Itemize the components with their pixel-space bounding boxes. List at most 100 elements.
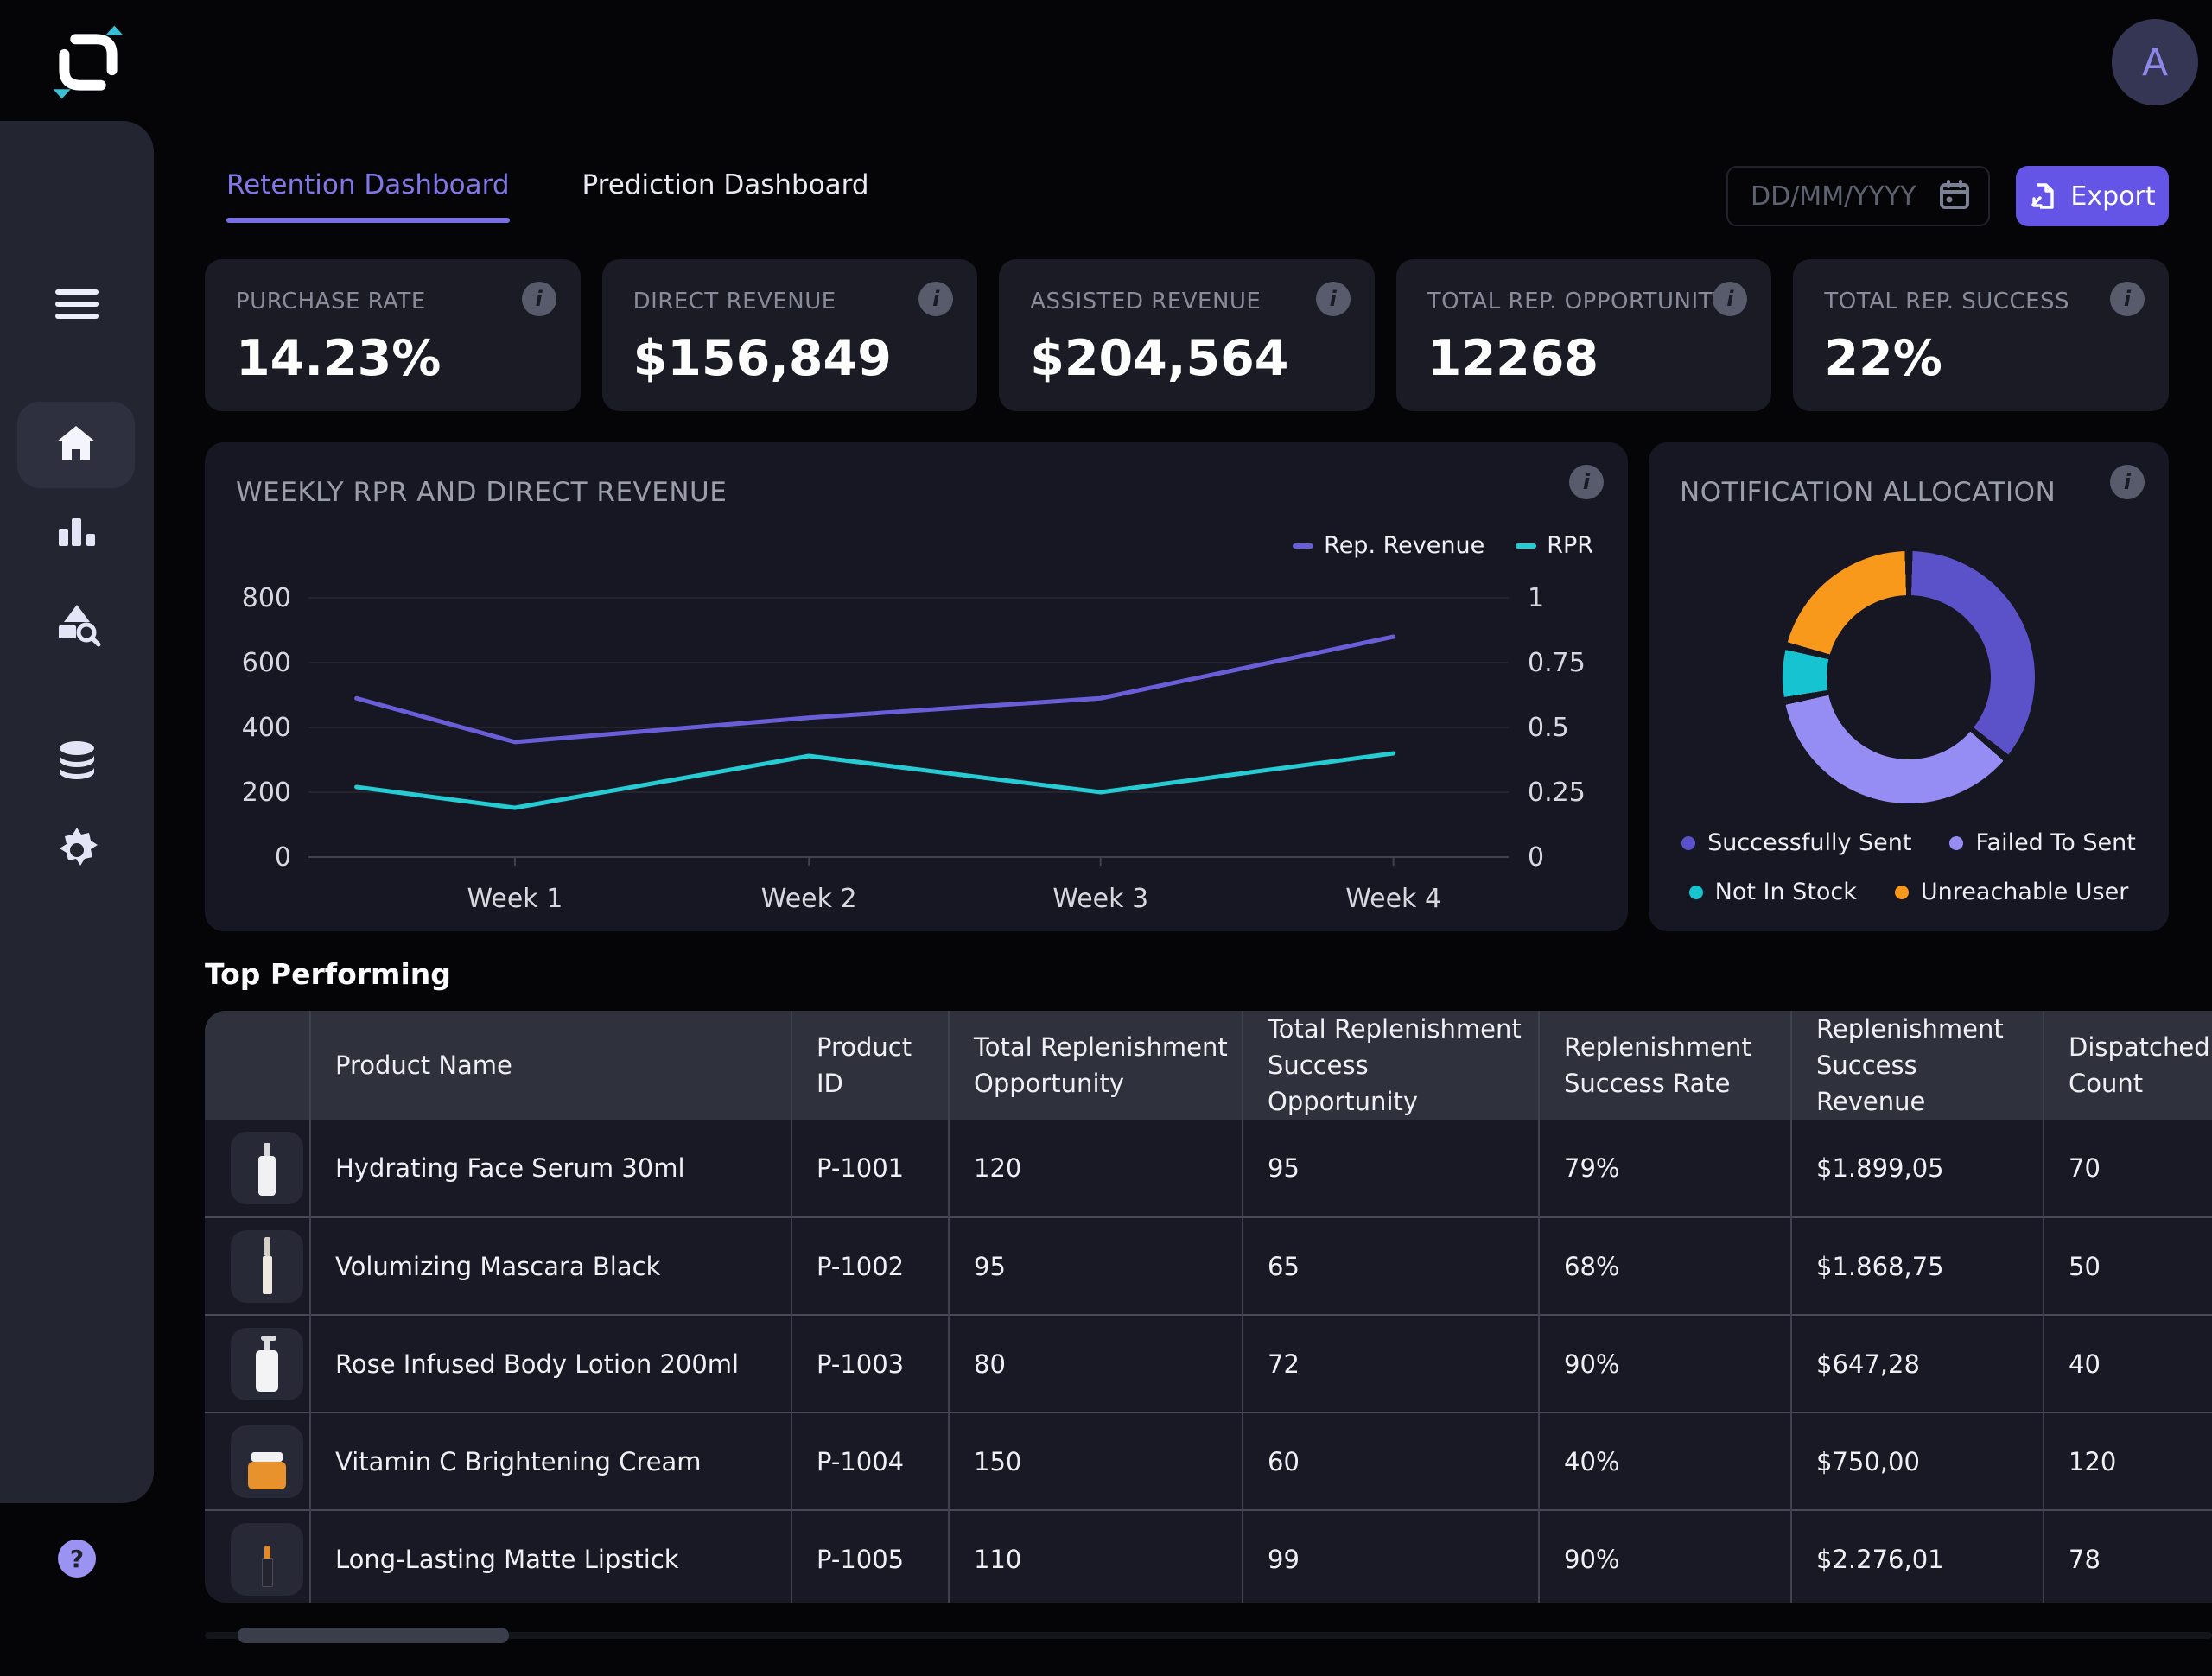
success-revenue-cell: $750,00 bbox=[1791, 1413, 2044, 1510]
svg-text:0: 0 bbox=[275, 842, 291, 873]
calendar-icon[interactable] bbox=[1938, 178, 1971, 214]
kpi-direct-revenue: DIRECT REVENUE i $156,849 bbox=[602, 259, 978, 411]
export-button[interactable]: Export bbox=[2016, 166, 2169, 226]
date-input[interactable] bbox=[1751, 181, 1924, 212]
legend-item-successfully-sent: Successfully Sent bbox=[1681, 829, 1911, 856]
info-icon[interactable]: i bbox=[918, 282, 953, 316]
dispatched-cell: 50 bbox=[2044, 1217, 2212, 1315]
gear-icon bbox=[53, 826, 101, 874]
col-product-name: Product Name bbox=[310, 1011, 791, 1120]
info-icon[interactable]: i bbox=[2110, 465, 2145, 499]
legend-label: Not In Stock bbox=[1715, 879, 1857, 905]
product-thumbnail-cell bbox=[205, 1217, 310, 1315]
export-label: Export bbox=[2070, 181, 2155, 212]
success-rate-cell: 79% bbox=[1539, 1120, 1791, 1217]
sidebar-item-settings[interactable] bbox=[0, 826, 154, 874]
info-icon[interactable]: i bbox=[1569, 465, 1604, 499]
sidebar: ? bbox=[0, 121, 154, 1503]
col-image bbox=[205, 1011, 310, 1120]
success-revenue-cell: $1.868,75 bbox=[1791, 1217, 2044, 1315]
section-title: Top Performing bbox=[205, 957, 451, 991]
donut-chart bbox=[1783, 551, 2035, 803]
info-icon[interactable]: i bbox=[1713, 282, 1747, 316]
kpi-purchase-rate: PURCHASE RATE i 14.23% bbox=[205, 259, 581, 411]
kpi-value: $204,564 bbox=[1030, 330, 1288, 387]
svg-text:0: 0 bbox=[1528, 842, 1544, 873]
legend-swatch bbox=[1516, 543, 1536, 549]
kpi-label: DIRECT REVENUE bbox=[633, 289, 947, 314]
success-rate-cell: 68% bbox=[1539, 1217, 1791, 1315]
chart-title: NOTIFICATION ALLOCATION bbox=[1680, 477, 2056, 508]
table-header-row: Product Name Product ID Total Replenishm… bbox=[205, 1011, 2212, 1120]
date-filter[interactable] bbox=[1726, 166, 1990, 226]
line-chart: 002000.254000.56000.758001Week 1Week 2We… bbox=[205, 572, 1628, 926]
horizontal-scrollbar-track[interactable] bbox=[205, 1632, 2212, 1639]
mascara-photo bbox=[231, 1230, 303, 1303]
brand-logo[interactable] bbox=[48, 22, 128, 102]
top-performing-table: Product Name Product ID Total Replenishm… bbox=[205, 1011, 2212, 1603]
donut-legend-row: Not In StockUnreachable User bbox=[1689, 879, 2129, 905]
product-thumbnail-cell bbox=[205, 1315, 310, 1413]
tab-retention-dashboard[interactable]: Retention Dashboard bbox=[226, 169, 510, 223]
col-replenishment-success-revenue: Replenishment Success Revenue bbox=[1791, 1011, 2044, 1120]
sidebar-item-data[interactable] bbox=[0, 738, 154, 786]
product-name-cell: Rose Infused Body Lotion 200ml bbox=[310, 1315, 791, 1413]
info-icon[interactable]: i bbox=[1316, 282, 1351, 316]
menu-icon[interactable] bbox=[0, 285, 154, 323]
svg-text:Week 1: Week 1 bbox=[467, 884, 563, 914]
svg-text:1: 1 bbox=[1528, 583, 1544, 613]
legend-dot bbox=[1949, 836, 1963, 850]
kpi-label: TOTAL REP. SUCCESS bbox=[1824, 289, 2138, 314]
success-rate-cell: 90% bbox=[1539, 1315, 1791, 1413]
dispatched-cell: 40 bbox=[2044, 1315, 2212, 1413]
total-opportunity-cell: 95 bbox=[949, 1217, 1243, 1315]
table-row: Volumizing Mascara BlackP-1002956568%$1.… bbox=[205, 1217, 2212, 1315]
col-replenishment-success-rate: Replenishment Success Rate bbox=[1539, 1011, 1791, 1120]
cream-jar-photo bbox=[231, 1425, 303, 1498]
kpi-total-rep-success: TOTAL REP. SUCCESS i 22% bbox=[1793, 259, 2169, 411]
donut-legend: Successfully SentFailed To Sent Not In St… bbox=[1649, 829, 2169, 905]
svg-text:800: 800 bbox=[242, 583, 291, 613]
legend-swatch bbox=[1293, 543, 1313, 549]
col-product-id: Product ID bbox=[791, 1011, 949, 1120]
total-opportunity-cell: 110 bbox=[949, 1510, 1243, 1603]
kpi-label: ASSISTED REVENUE bbox=[1030, 289, 1344, 314]
table-row: Vitamin C Brightening CreamP-10041506040… bbox=[205, 1413, 2212, 1510]
success-rate-cell: 40% bbox=[1539, 1413, 1791, 1510]
total-opportunity-cell: 150 bbox=[949, 1413, 1243, 1510]
info-icon[interactable]: i bbox=[522, 282, 556, 316]
sidebar-item-insights[interactable] bbox=[0, 598, 154, 648]
info-icon[interactable]: i bbox=[2110, 282, 2145, 316]
weekly-rpr-revenue-card: WEEKLY RPR AND DIRECT REVENUE i Rep. Rev… bbox=[205, 442, 1628, 931]
legend-item-not-in-stock: Not In Stock bbox=[1689, 879, 1857, 905]
donut-legend-row: Successfully SentFailed To Sent bbox=[1681, 829, 2136, 856]
horizontal-scrollbar-thumb[interactable] bbox=[238, 1628, 509, 1643]
tab-prediction-dashboard[interactable]: Prediction Dashboard bbox=[582, 169, 869, 223]
kpi-total-rep-opportunity: TOTAL REP. OPPORTUNITY i 12268 bbox=[1396, 259, 1772, 411]
dashboard-tabs: Retention Dashboard Prediction Dashboard bbox=[226, 169, 869, 223]
success-opportunity-cell: 95 bbox=[1243, 1120, 1539, 1217]
lipstick-photo bbox=[231, 1523, 303, 1596]
product-id-cell: P-1004 bbox=[791, 1413, 949, 1510]
help-button[interactable]: ? bbox=[58, 1540, 96, 1578]
user-avatar[interactable]: A bbox=[2112, 19, 2198, 105]
kpi-label: PURCHASE RATE bbox=[236, 289, 550, 314]
lotion-bottle-photo bbox=[231, 1328, 303, 1400]
kpi-value: 22% bbox=[1824, 330, 1942, 387]
legend-item-rpr: RPR bbox=[1516, 532, 1593, 559]
sidebar-item-home[interactable] bbox=[17, 402, 135, 488]
product-id-cell: P-1003 bbox=[791, 1315, 949, 1413]
sidebar-item-analytics[interactable] bbox=[0, 510, 154, 556]
svg-text:Week 3: Week 3 bbox=[1052, 884, 1148, 914]
total-opportunity-cell: 120 bbox=[949, 1120, 1243, 1217]
success-opportunity-cell: 72 bbox=[1243, 1315, 1539, 1413]
table-row: Long-Lasting Matte LipstickP-10051109990… bbox=[205, 1510, 2212, 1603]
svg-text:0.5: 0.5 bbox=[1528, 713, 1569, 743]
legend-dot bbox=[1681, 836, 1695, 850]
product-id-cell: P-1002 bbox=[791, 1217, 949, 1315]
success-revenue-cell: $2.276,01 bbox=[1791, 1510, 2044, 1603]
kpi-value: 12268 bbox=[1427, 330, 1599, 387]
product-illustration bbox=[263, 1256, 272, 1294]
col-dispatched-reminder-count: Dispatched Reminder Count bbox=[2044, 1011, 2212, 1120]
kpi-row: PURCHASE RATE i 14.23% DIRECT REVENUE i … bbox=[205, 259, 2169, 411]
